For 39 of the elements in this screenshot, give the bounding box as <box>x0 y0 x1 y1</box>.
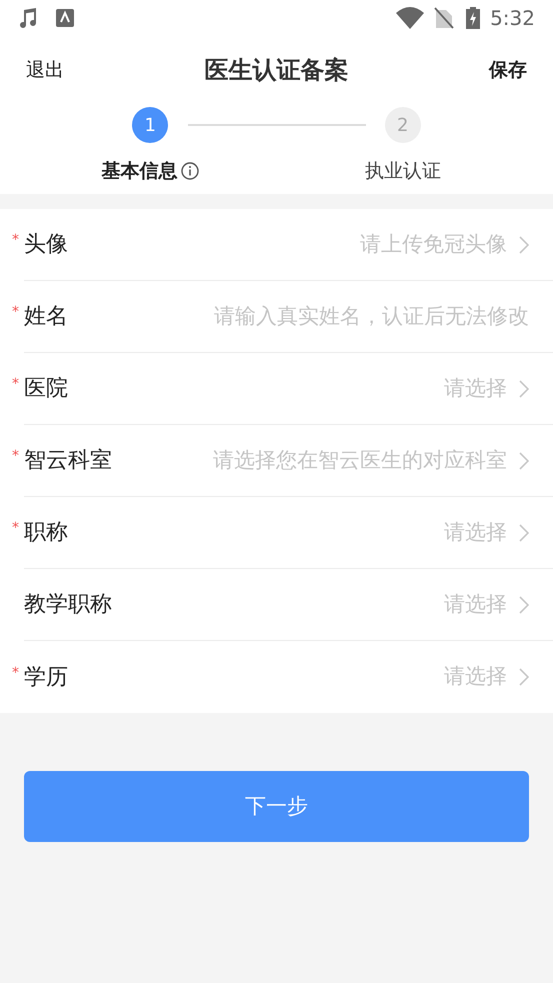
chevron-right-icon <box>519 524 529 542</box>
field-label: 头像 <box>24 231 68 259</box>
chevron-right-icon <box>519 596 529 614</box>
required-asterisk: * <box>12 664 19 682</box>
page-title: 医生认证备案 <box>204 55 348 86</box>
select-placeholder: 请选择 <box>444 663 507 690</box>
step-label: 基本信息 <box>101 159 178 184</box>
required-asterisk: * <box>12 231 19 250</box>
field-label: 医院 <box>24 375 68 403</box>
select-placeholder: 请选择您在智云医生的对应科室 <box>213 446 507 474</box>
chevron-right-icon <box>519 668 529 686</box>
no-sim-icon <box>434 7 454 29</box>
select-placeholder: 请选择 <box>444 590 507 618</box>
select-placeholder: 请上传免冠头像 <box>360 230 507 258</box>
exit-button[interactable]: 退出 <box>26 56 64 84</box>
status-time: 5:32 <box>490 5 535 32</box>
battery-charging-icon <box>466 7 480 29</box>
field-label: 学历 <box>24 664 68 692</box>
music-note-icon <box>18 7 38 29</box>
required-asterisk: * <box>12 519 19 538</box>
app-notification-icon <box>56 9 74 27</box>
chevron-right-icon <box>519 236 529 254</box>
step-label: 执业认证 <box>364 159 441 184</box>
required-asterisk: * <box>12 303 19 322</box>
field-label: 职称 <box>24 519 68 547</box>
field-label: 教学职称 <box>24 591 112 619</box>
save-button[interactable]: 保存 <box>489 56 527 84</box>
chevron-right-icon <box>519 452 529 470</box>
select-placeholder: 请选择 <box>444 374 507 402</box>
input-field[interactable]: 请输入真实姓名，认证后无法修改 <box>80 300 529 332</box>
chevron-right-icon <box>519 380 529 398</box>
field-label: 姓名 <box>24 303 68 331</box>
wifi-icon <box>396 7 424 29</box>
select-placeholder: 请选择 <box>444 518 507 546</box>
required-asterisk: * <box>12 447 19 466</box>
required-asterisk: * <box>12 375 19 394</box>
info-icon[interactable] <box>181 162 200 180</box>
field-label: 智云科室 <box>24 447 112 475</box>
form-row[interactable]: 教学职称 请选择 <box>24 569 553 641</box>
